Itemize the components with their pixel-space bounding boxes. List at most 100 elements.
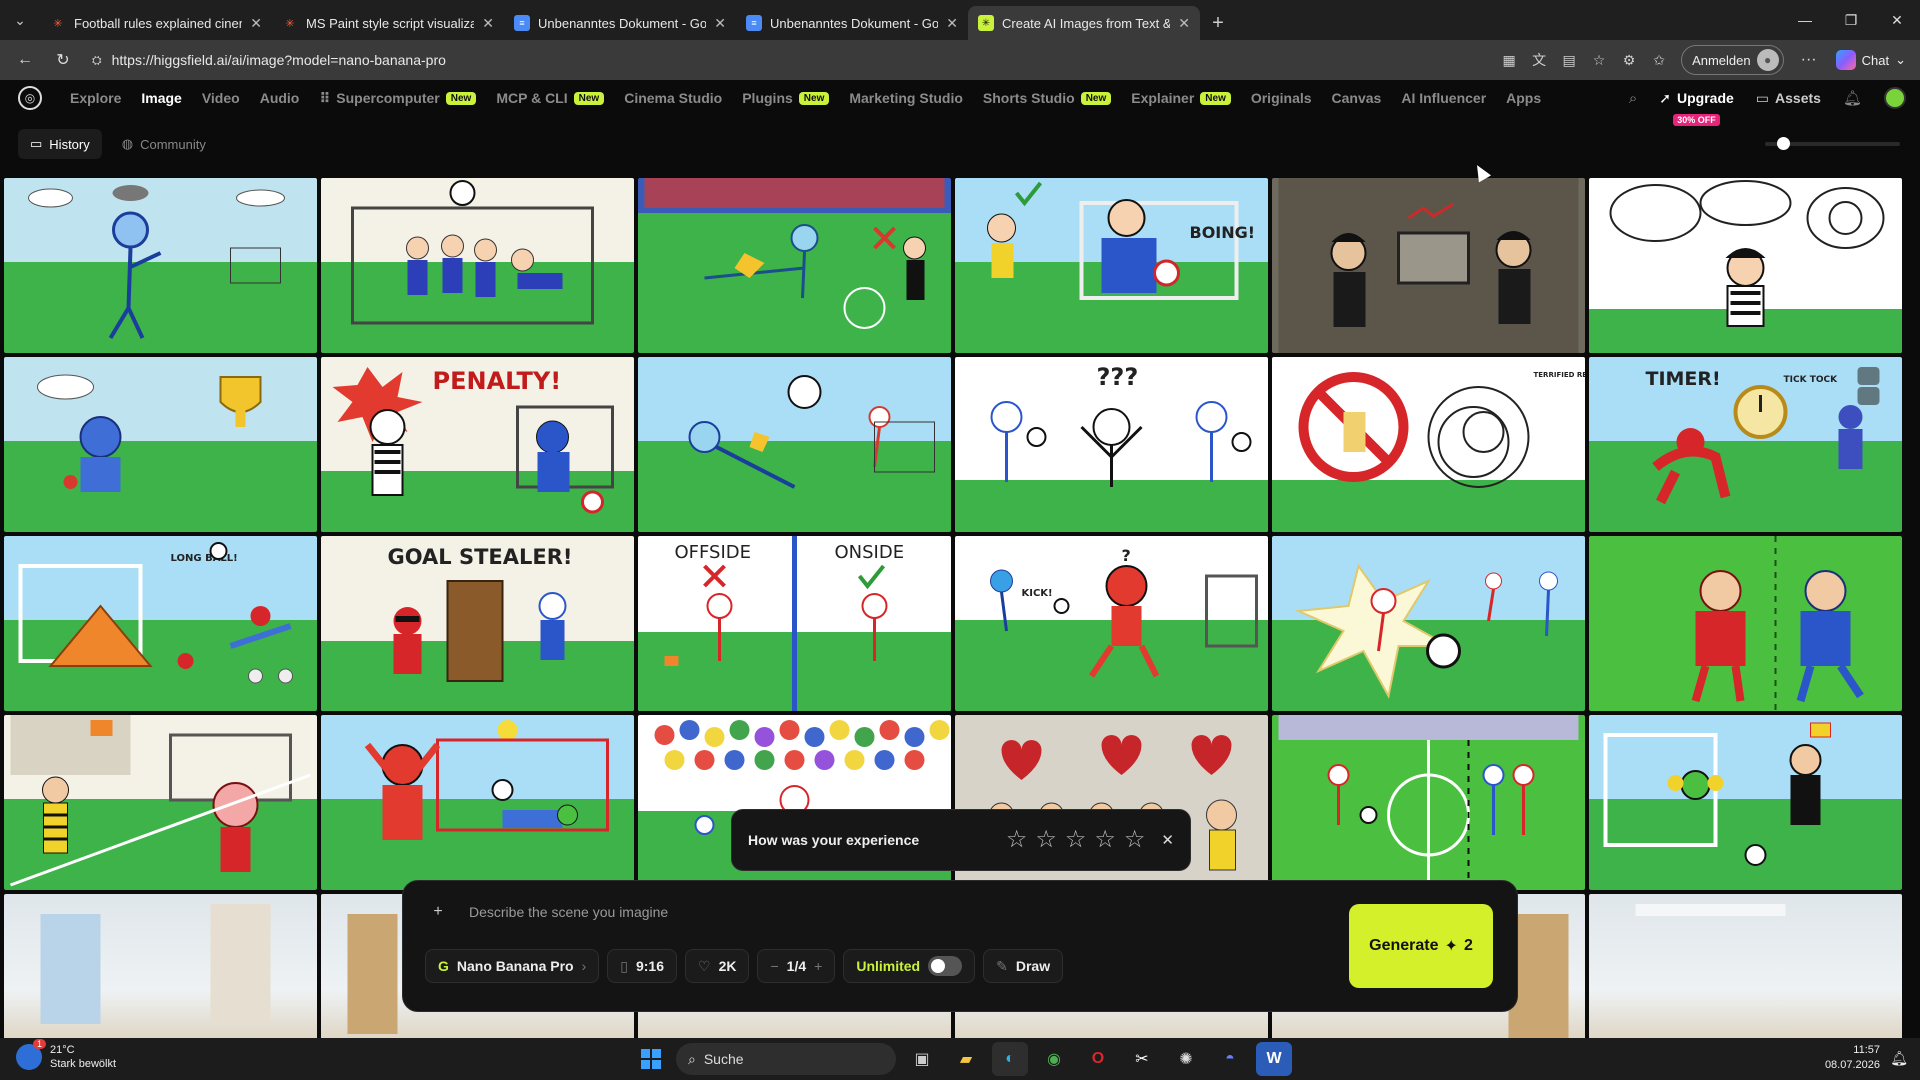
prompt-input[interactable]: Describe the scene you imagine xyxy=(469,904,668,920)
close-tab-icon[interactable]: ✕ xyxy=(482,15,494,32)
nav-item-apps[interactable]: Apps xyxy=(1506,90,1541,106)
toggle-switch[interactable] xyxy=(928,956,963,976)
favorite-star-icon[interactable]: ☆ xyxy=(1585,46,1613,74)
discord-icon[interactable]: ◓ xyxy=(1212,1042,1248,1076)
tab-community[interactable]: ◍ Community xyxy=(110,129,218,159)
slider-knob[interactable] xyxy=(1777,137,1790,150)
search-icon[interactable]: ⌕ xyxy=(1629,90,1637,107)
system-clock[interactable]: 11:57 08.07.2026 xyxy=(1825,1043,1880,1073)
reader-icon[interactable]: ▤ xyxy=(1555,46,1583,74)
taskbar-search[interactable]: ⌕ Suche xyxy=(676,1043,896,1075)
more-icon[interactable]: ··· xyxy=(1792,45,1826,75)
close-icon[interactable]: ✕ xyxy=(1161,831,1174,849)
url-field[interactable]: ⛭ https://higgsfield.ai/ai/image?model=n… xyxy=(84,45,1491,75)
browser-tab[interactable]: ✳ Create AI Images from Text & Pho ✕ xyxy=(968,6,1200,40)
extensions-icon[interactable]: ⚙ xyxy=(1615,46,1643,74)
signin-button[interactable]: Anmelden ● xyxy=(1681,45,1784,75)
aspect-ratio-selector[interactable]: ▯ 9:16 xyxy=(607,949,678,983)
nav-item-ai-influencer[interactable]: AI Influencer xyxy=(1401,90,1486,106)
nav-item-explainer[interactable]: Explainer New xyxy=(1131,90,1231,106)
gallery-image[interactable]: BOING! xyxy=(955,178,1268,353)
nav-item-video[interactable]: Video xyxy=(202,90,240,106)
star-icon[interactable]: ☆ xyxy=(1094,828,1116,852)
model-selector[interactable]: G Nano Banana Pro › xyxy=(425,949,600,983)
task-view-icon[interactable]: ▣ xyxy=(904,1042,940,1076)
new-tab-button[interactable]: + xyxy=(1200,6,1236,40)
gallery-image[interactable]: TERRIFIED REF xyxy=(1272,357,1585,532)
star-icon[interactable]: ☆ xyxy=(1124,828,1146,852)
site-info-icon[interactable]: ⛭ xyxy=(92,53,102,68)
decrement-icon[interactable]: − xyxy=(770,958,778,974)
reload-icon[interactable]: ↻ xyxy=(46,45,80,75)
unlimited-toggle[interactable]: Unlimited xyxy=(843,949,976,983)
gallery-image[interactable]: ??? xyxy=(955,357,1268,532)
close-tab-icon[interactable]: ✕ xyxy=(714,15,726,32)
draw-button[interactable]: ✎ Draw xyxy=(983,949,1064,983)
close-window-icon[interactable]: ✕ xyxy=(1874,0,1920,40)
notification-bell-icon[interactable]: 🔔︎ xyxy=(1843,89,1862,107)
grid-size-slider[interactable] xyxy=(1765,136,1900,152)
translate-icon[interactable]: 文 xyxy=(1525,46,1553,74)
close-tab-icon[interactable]: ✕ xyxy=(250,15,262,32)
gallery-image[interactable]: PENALTY! xyxy=(321,357,634,532)
close-tab-icon[interactable]: ✕ xyxy=(1178,15,1190,32)
favorites-icon[interactable]: ✩ xyxy=(1645,46,1673,74)
browser-tab[interactable]: ✳ MS Paint style script visualization ✕ xyxy=(272,6,504,40)
nav-item-shorts-studio[interactable]: Shorts Studio New xyxy=(983,90,1112,106)
gallery-image[interactable]: LONG BALL! xyxy=(4,536,317,711)
gallery-image[interactable] xyxy=(4,178,317,353)
nav-item-marketing-studio[interactable]: Marketing Studio xyxy=(849,90,963,106)
tab-list-button[interactable]: ⌄ xyxy=(0,0,40,40)
star-icon[interactable]: ☆ xyxy=(1006,828,1028,852)
gallery-image[interactable] xyxy=(638,357,951,532)
app-available-icon[interactable]: ▦ xyxy=(1495,46,1523,74)
nav-item-explore[interactable]: Explore xyxy=(70,90,121,106)
gallery-image[interactable] xyxy=(321,178,634,353)
copilot-chat-button[interactable]: Chat ⌄ xyxy=(1830,50,1912,70)
restore-icon[interactable]: ❐ xyxy=(1828,0,1874,40)
browser-tab[interactable]: ≡ Unbenanntes Dokument - Google ✕ xyxy=(736,6,968,40)
nav-item-mcp-cli[interactable]: MCP & CLI New xyxy=(496,90,605,106)
gallery-image[interactable] xyxy=(321,715,634,890)
browser-tab[interactable]: ✳ Football rules explained cinematic ✕ xyxy=(40,6,272,40)
gallery-image[interactable] xyxy=(1272,178,1585,353)
browser-tab[interactable]: ≡ Unbenanntes Dokument - Google ✕ xyxy=(504,6,736,40)
file-explorer-icon[interactable]: ▰ xyxy=(948,1042,984,1076)
gallery-image[interactable]: OFFSIDE ONSIDE xyxy=(638,536,951,711)
back-icon[interactable]: ← xyxy=(8,45,42,75)
gallery-image[interactable] xyxy=(1589,536,1902,711)
nav-item-supercomputer[interactable]: ⠿ Supercomputer New xyxy=(319,90,477,107)
star-icon[interactable]: ☆ xyxy=(1065,828,1087,852)
capcut-icon[interactable]: ✂ xyxy=(1124,1042,1160,1076)
gallery-image[interactable] xyxy=(4,357,317,532)
gallery-image[interactable]: GOAL STEALER! xyxy=(321,536,634,711)
gallery-image[interactable] xyxy=(1272,536,1585,711)
gallery-image[interactable]: TIMER! TICK TOCK xyxy=(1589,357,1902,532)
increment-icon[interactable]: + xyxy=(814,958,822,974)
chatgpt-icon[interactable]: ✺ xyxy=(1168,1042,1204,1076)
nav-item-image[interactable]: Image xyxy=(141,90,181,106)
star-icon[interactable]: ☆ xyxy=(1035,828,1057,852)
gallery-image[interactable] xyxy=(1589,715,1902,890)
user-avatar[interactable] xyxy=(1884,87,1906,109)
higgsfield-logo-icon[interactable]: ◎ xyxy=(18,86,42,110)
upgrade-button[interactable]: ➚ Upgrade 30% OFF xyxy=(1659,90,1734,126)
nav-item-audio[interactable]: Audio xyxy=(260,90,300,106)
gallery-image[interactable] xyxy=(4,715,317,890)
tab-history[interactable]: ▭ History xyxy=(18,129,102,159)
gallery-image[interactable] xyxy=(638,178,951,353)
notification-icon[interactable]: 🔔︎ xyxy=(1890,1050,1908,1067)
opera-icon[interactable]: O xyxy=(1080,1042,1116,1076)
edge-icon[interactable]: ◐ xyxy=(992,1042,1028,1076)
nav-item-canvas[interactable]: Canvas xyxy=(1332,90,1382,106)
close-tab-icon[interactable]: ✕ xyxy=(946,15,958,32)
assets-button[interactable]: ▭ Assets xyxy=(1756,90,1821,107)
word-icon[interactable]: W xyxy=(1256,1042,1292,1076)
nav-item-cinema-studio[interactable]: Cinema Studio xyxy=(624,90,722,106)
add-reference-button[interactable]: + xyxy=(425,899,451,925)
nav-item-originals[interactable]: Originals xyxy=(1251,90,1312,106)
gallery-image[interactable] xyxy=(1272,715,1585,890)
gallery-image[interactable] xyxy=(1589,178,1902,353)
gallery-image[interactable]: KICK!? xyxy=(955,536,1268,711)
minimize-icon[interactable]: — xyxy=(1782,0,1828,40)
